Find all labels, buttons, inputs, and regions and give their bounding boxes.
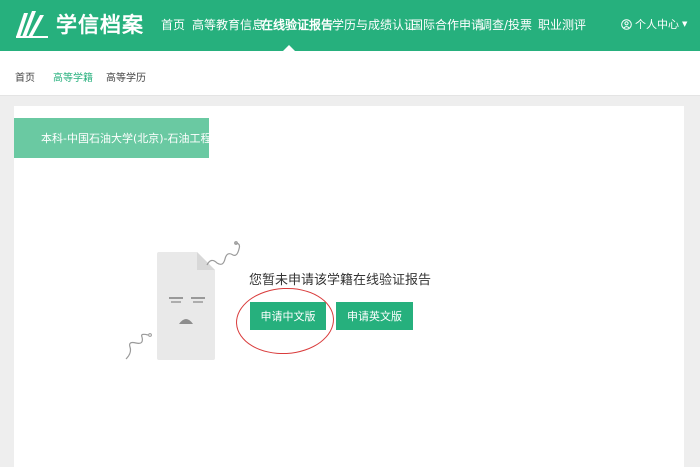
nav-higher-education[interactable]: 高等教育信息 [192, 16, 264, 33]
sub-navigation: 首页 高等学籍 高等学历 [0, 51, 700, 96]
nav-degree-certification[interactable]: 学历与成绩认证 [332, 16, 416, 33]
subnav-home[interactable]: 首页 [15, 69, 35, 84]
enrollment-record-tag[interactable]: 本科-中国石油大学(北京)-石油工程 [14, 118, 209, 158]
nav-career-assessment[interactable]: 职业测评 [538, 16, 586, 33]
user-center-menu[interactable]: 个人中心 ▼ [621, 16, 687, 32]
decorative-squiggle-icon [206, 241, 241, 266]
decorative-squiggle-icon [125, 333, 152, 360]
subnav-enrollment[interactable]: 高等学籍 [53, 69, 93, 84]
user-icon [621, 18, 632, 30]
logo[interactable]: 学信档案 [14, 8, 144, 40]
subnav-degree[interactable]: 高等学历 [106, 69, 146, 84]
logo-text: 学信档案 [56, 13, 144, 37]
chevron-down-icon: ▼ [682, 20, 688, 28]
empty-state-message: 您暂未申请该学籍在线验证报告 [249, 273, 432, 288]
apply-english-report-button[interactable]: 申请英文版 [336, 302, 413, 330]
empty-document-icon [157, 252, 215, 360]
nav-international-cooperation[interactable]: 国际合作申请 [411, 16, 483, 33]
book-logo-icon [14, 9, 50, 39]
nav-online-verification[interactable]: 在线验证报告 [261, 16, 333, 33]
nav-survey-vote[interactable]: 调查/投票 [480, 16, 532, 33]
top-navigation-bar: 学信档案 首页 高等教育信息 在线验证报告 学历与成绩认证 国际合作申请 调查/… [0, 0, 700, 51]
user-center-label: 个人中心 [635, 18, 679, 31]
nav-home[interactable]: 首页 [161, 16, 185, 33]
